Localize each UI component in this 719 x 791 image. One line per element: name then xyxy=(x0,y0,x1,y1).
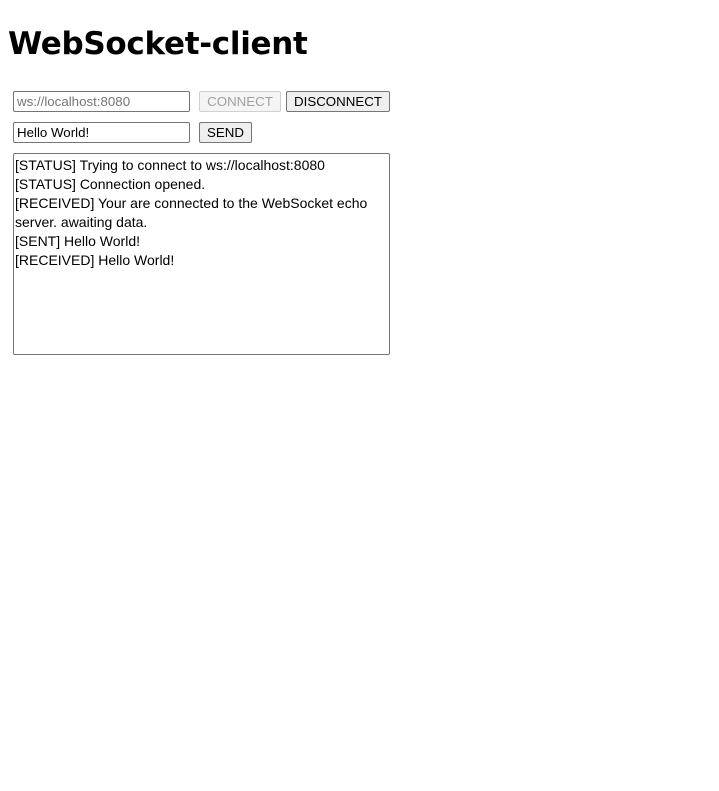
send-button[interactable]: SEND xyxy=(199,122,252,143)
connect-button[interactable]: CONNECT xyxy=(199,91,281,112)
message-input[interactable] xyxy=(13,122,190,143)
log-line: [STATUS] Connection opened. xyxy=(15,176,206,192)
log-line: [RECEIVED] Your are connected to the Web… xyxy=(15,195,368,230)
websocket-url-input[interactable] xyxy=(13,91,190,112)
disconnect-button[interactable]: DISCONNECT xyxy=(286,91,390,112)
log-line: [RECEIVED] Hello World! xyxy=(15,252,175,268)
page-title: WebSocket-client xyxy=(8,26,308,62)
log-line: [STATUS] Trying to connect to ws://local… xyxy=(15,157,325,173)
message-log[interactable]: [STATUS] Trying to connect to ws://local… xyxy=(13,153,390,355)
log-line: [SENT] Hello World! xyxy=(15,233,140,249)
